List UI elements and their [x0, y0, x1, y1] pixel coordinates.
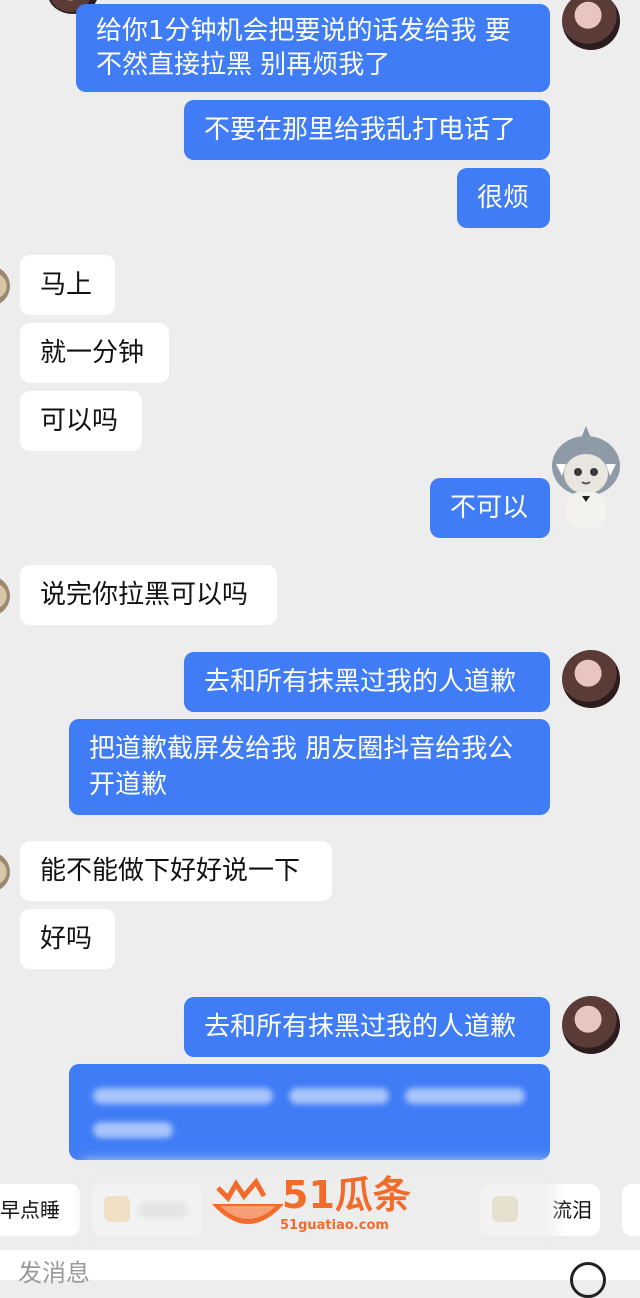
melon-slice-icon: [212, 1177, 284, 1224]
message-input[interactable]: 发消息: [18, 1258, 90, 1288]
message-bubble-mine[interactable]: 去和所有抹黑过我的人道歉: [184, 997, 550, 1057]
message-bubble-mine[interactable]: 不要在那里给我乱打电话了: [184, 100, 550, 160]
watermark-url: 51guatiao.com: [280, 1218, 389, 1233]
quick-reply-chip[interactable]: [622, 1184, 640, 1236]
add-circle-icon[interactable]: [570, 1262, 606, 1298]
shark-hood-cat-avatar[interactable]: [548, 424, 624, 534]
watermark-brand: 51瓜条: [282, 1173, 411, 1217]
message-bubble-theirs[interactable]: 好吗: [20, 909, 115, 969]
blurred-message-bubble[interactable]: [69, 1064, 550, 1160]
message-bubble-theirs[interactable]: 就一分钟: [20, 323, 169, 383]
message-bubble-mine[interactable]: 把道歉截屏发给我 朋友圈抖音给我公开道歉: [69, 719, 550, 815]
quick-reply-label: 早点睡: [0, 1198, 60, 1222]
quick-reply-label: 流泪: [552, 1198, 592, 1222]
message-bubble-theirs[interactable]: 说完你拉黑可以吗: [20, 565, 277, 625]
message-bubble-mine[interactable]: 去和所有抹黑过我的人道歉: [184, 652, 550, 712]
contact-avatar[interactable]: [0, 266, 10, 306]
watermark-logo: 51瓜条 51guatiao.com: [208, 1172, 438, 1238]
quick-reply-chip[interactable]: 早点睡: [0, 1184, 80, 1236]
message-bubble-theirs[interactable]: 能不能做下好好说一下: [20, 841, 332, 901]
my-avatar[interactable]: [562, 650, 620, 708]
message-bubble-theirs[interactable]: 可以吗: [20, 391, 142, 451]
message-bubble-mine[interactable]: 不可以: [430, 478, 550, 538]
input-bar: 发消息: [0, 1250, 640, 1298]
contact-avatar[interactable]: [0, 852, 10, 892]
my-avatar[interactable]: [562, 0, 620, 50]
my-avatar[interactable]: [562, 996, 620, 1054]
contact-avatar[interactable]: [0, 576, 10, 616]
message-bubble-theirs[interactable]: 马上: [20, 255, 115, 315]
message-bubble-mine[interactable]: 很烦: [457, 168, 550, 228]
message-bubble-mine[interactable]: 给你1分钟机会把要说的话发给我 要不然直接拉黑 别再烦我了: [76, 4, 550, 92]
